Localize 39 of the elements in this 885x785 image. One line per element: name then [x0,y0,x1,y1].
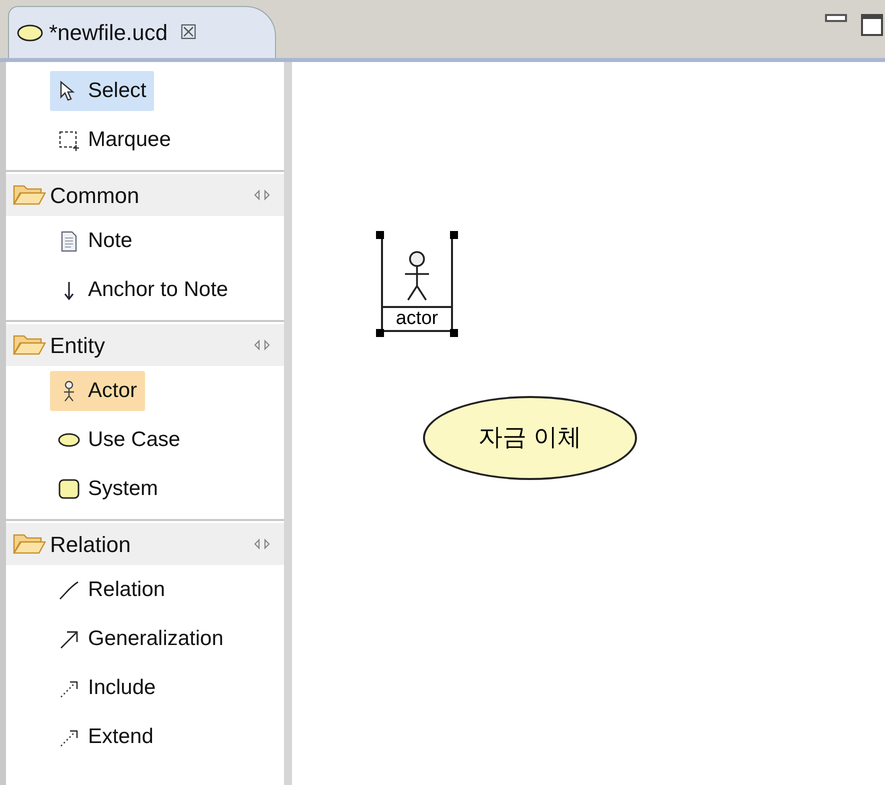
folder-icon [12,532,48,556]
close-button[interactable]: ☒ [180,18,198,48]
use-case-ellipse[interactable]: 자금 이체 [423,396,637,480]
minimize-button[interactable] [825,14,847,22]
line-icon [58,578,80,600]
group-title: Relation [50,530,131,558]
palette-item[interactable]: Actor [50,370,146,410]
ellipse-icon [17,24,43,42]
rounded-square-icon [58,478,80,500]
pin-icon[interactable] [254,189,270,201]
palette-item[interactable]: Use Case [50,420,188,460]
palette-group-header[interactable]: Relation [6,523,284,565]
palette-item[interactable]: System [50,468,166,508]
selection-handle[interactable] [450,231,458,239]
palette-group-header[interactable]: Common [6,174,284,216]
actor-node[interactable]: actor [381,236,453,332]
tab-title: *newfile.ucd [49,19,168,47]
group-title: Entity [50,332,106,360]
palette-item[interactable]: Include [50,668,164,708]
pin-icon[interactable] [254,538,270,550]
palette-item[interactable]: Anchor to Note [50,270,236,310]
selection-handle[interactable] [376,231,384,239]
palette-item[interactable]: Extend [50,716,162,756]
palette-item[interactable]: Select [50,70,154,110]
palette-item[interactable]: Note [50,220,140,260]
palette-group-header[interactable]: Entity [6,324,284,366]
selection-handle[interactable] [450,329,458,337]
selection-handle[interactable] [376,329,384,337]
pin-icon[interactable] [254,339,270,351]
marquee-icon [58,128,80,150]
group-title: Common [50,182,140,210]
folder-icon [12,183,48,207]
maximize-button[interactable] [861,14,883,36]
palette-item[interactable]: Relation [50,570,174,610]
folder-icon [12,333,48,357]
palette-item[interactable]: Generalization [50,618,232,658]
actor-label: actor [383,306,451,332]
palette-item[interactable]: Marquee [50,120,179,160]
editor-tab[interactable]: *newfile.ucd ☒ [8,6,276,58]
